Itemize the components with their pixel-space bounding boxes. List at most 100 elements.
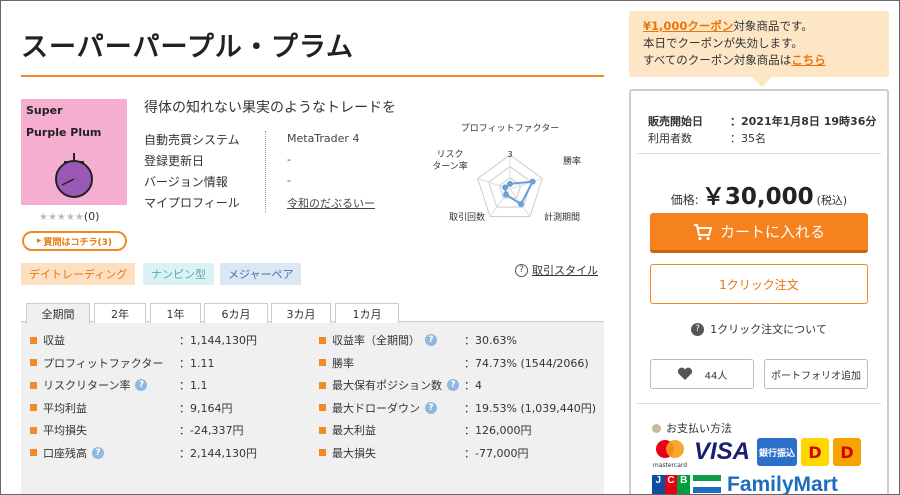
tag-day-trading[interactable]: デイトレーディング: [21, 263, 136, 285]
stat-label: 最大損失: [332, 446, 376, 460]
thumbnail-title-line2: Purple Plum: [26, 126, 102, 139]
tab-1m[interactable]: 1カ月: [335, 303, 399, 323]
tag-label: メジャーペア: [228, 268, 294, 281]
tab-1y[interactable]: 1年: [150, 303, 201, 323]
stat-value: ：-77,000円: [464, 446, 529, 460]
stat-value: ：4: [464, 379, 482, 392]
one-click-label: 1クリック注文: [719, 277, 799, 292]
radar-point: [502, 184, 509, 191]
profile-link[interactable]: 令和のだぶるいー: [287, 195, 375, 211]
play-icon: ▸: [36, 236, 42, 246]
bullet-icon: [319, 336, 326, 344]
stat-label: 平均損失: [43, 424, 87, 437]
bullet-icon: [319, 359, 326, 366]
stat-label: 最大ドローダウン: [332, 401, 420, 415]
add-to-cart-button[interactable]: カートに入れる: [650, 213, 868, 253]
stat-label: リスクリターン率: [43, 379, 131, 392]
users-label: 利用者数: [648, 132, 692, 145]
bank-transfer-logo: 銀行振込: [757, 438, 797, 466]
about-one-click-link[interactable]: ? 1クリック注文について: [631, 321, 887, 337]
info-value-version: -: [287, 174, 291, 187]
bullet-icon: [652, 423, 661, 433]
radar-point: [517, 201, 524, 208]
tab-all-period[interactable]: 全期間: [26, 303, 90, 324]
coupon-all-link[interactable]: こちら: [791, 53, 826, 67]
price-amount: ￥30,000: [701, 184, 814, 210]
cart-icon: [693, 223, 713, 240]
info-value-system: MetaTrader 4: [287, 132, 360, 145]
info-label-system: 自動売買システム: [144, 133, 240, 147]
portfolio-label: ポートフォリオ追加: [771, 370, 861, 382]
tab-label: 1年: [166, 307, 185, 321]
tab-3m[interactable]: 3カ月: [271, 303, 331, 323]
coupon-amount-link[interactable]: ¥1,000クーポン: [643, 19, 733, 33]
sale-start-row: 販売開始日 ：2021年1月8日 19時36分: [648, 113, 876, 129]
question-button[interactable]: ▸ 質問はコチラ(3): [22, 231, 127, 251]
review-count: (0): [83, 210, 100, 223]
tag-major-pair[interactable]: メジャーペア: [220, 263, 302, 285]
radar-label-trades: 取引回数: [449, 211, 485, 223]
users-row: 利用者数 ：35名: [648, 130, 766, 146]
stat-row: プロフィットファクター ：1.11: [30, 354, 215, 372]
stat-row: 平均利益 ：9,164円: [30, 399, 233, 417]
coupon-pointer: [752, 77, 772, 87]
radar-label-return: ターン率: [432, 160, 468, 172]
rating-stars: ★★★★★(0): [39, 210, 99, 223]
help-icon[interactable]: ?: [447, 379, 459, 391]
payment-title-label: お支払い方法: [666, 422, 732, 435]
coupon-notice: ¥1,000クーポン対象商品です。 本日でクーポンが失効します。 すべてのクーポ…: [629, 11, 889, 77]
radar-point: [529, 178, 536, 185]
stat-row: 収益 ：1,144,130円: [30, 331, 257, 349]
info-divider: [265, 131, 266, 213]
product-thumbnail: Super Purple Plum: [21, 99, 127, 205]
payment-methods-title: お支払い方法: [652, 420, 732, 436]
stat-row: 収益率（全期間）? ：30.63%: [319, 331, 517, 349]
bullet-icon: [30, 381, 37, 389]
help-icon[interactable]: ?: [135, 379, 148, 391]
coupon-line1: 対象商品です。: [733, 19, 813, 33]
product-tagline: 得体の知れない果実のようなトレードを: [144, 100, 396, 116]
cart-button-label: カートに入れる: [719, 223, 825, 241]
stat-row: 最大ドローダウン? ：19.53% (1,039,440円): [319, 399, 596, 417]
one-click-order-button[interactable]: 1クリック注文: [650, 264, 868, 304]
favorite-button[interactable]: 44人: [650, 359, 754, 389]
bullet-icon: [319, 449, 326, 456]
stat-value: ：2,144,130円: [179, 446, 257, 460]
question-button-label: 質問はコチラ(3): [43, 237, 113, 248]
bullet-icon: [30, 449, 37, 456]
title-divider: [21, 75, 604, 77]
question-icon: ?: [691, 322, 705, 336]
tab-2y[interactable]: 2年: [94, 303, 146, 323]
stat-label: 口座残高: [43, 446, 87, 460]
tab-6m[interactable]: 6カ月: [204, 303, 268, 323]
question-icon: ?: [515, 263, 528, 277]
radar-label-profit-factor: プロフィットファクター: [461, 123, 559, 134]
stat-label: プロフィットファクター: [43, 356, 164, 370]
trade-style-label: 取引スタイル: [532, 264, 598, 277]
trade-style-link[interactable]: ? 取引スタイル: [515, 262, 598, 278]
tag-nanpin[interactable]: ナンピン型: [143, 263, 214, 285]
radar-label-risk: リスク: [436, 149, 463, 160]
sale-start-value: ：2021年1月8日 19時36分: [730, 115, 877, 128]
stat-value: ：9,164円: [179, 401, 233, 415]
stat-row: 最大損失 ：-77,000円: [319, 444, 528, 462]
users-value: ：35名: [730, 132, 766, 145]
svg-text:mastercard: mastercard: [653, 462, 687, 469]
donki-logo: D: [801, 438, 829, 466]
radar-point: [503, 191, 510, 198]
stat-value: ：30.63%: [464, 334, 517, 347]
help-icon[interactable]: ?: [425, 401, 437, 414]
add-portfolio-button[interactable]: ポートフォリオ追加: [764, 359, 868, 389]
panel-divider: [637, 153, 881, 154]
stat-row: 口座残高? ：2,144,130円: [30, 444, 257, 462]
sale-start-label: 販売開始日: [648, 115, 703, 128]
stat-value: ：126,000円: [464, 424, 532, 437]
familymart-logo: FamilyMart: [727, 473, 838, 495]
radar-scale-label: 3: [507, 150, 512, 159]
heart-icon: [677, 367, 692, 380]
radar-chart: プロフィットファクター 勝率 計測期間 取引回数 リスク ターン率 3: [432, 123, 581, 223]
coupon-line3: すべてのクーポン対象商品は: [643, 53, 792, 67]
help-icon[interactable]: ?: [92, 446, 104, 459]
help-icon[interactable]: ?: [425, 334, 437, 346]
bullet-icon: [319, 426, 326, 434]
